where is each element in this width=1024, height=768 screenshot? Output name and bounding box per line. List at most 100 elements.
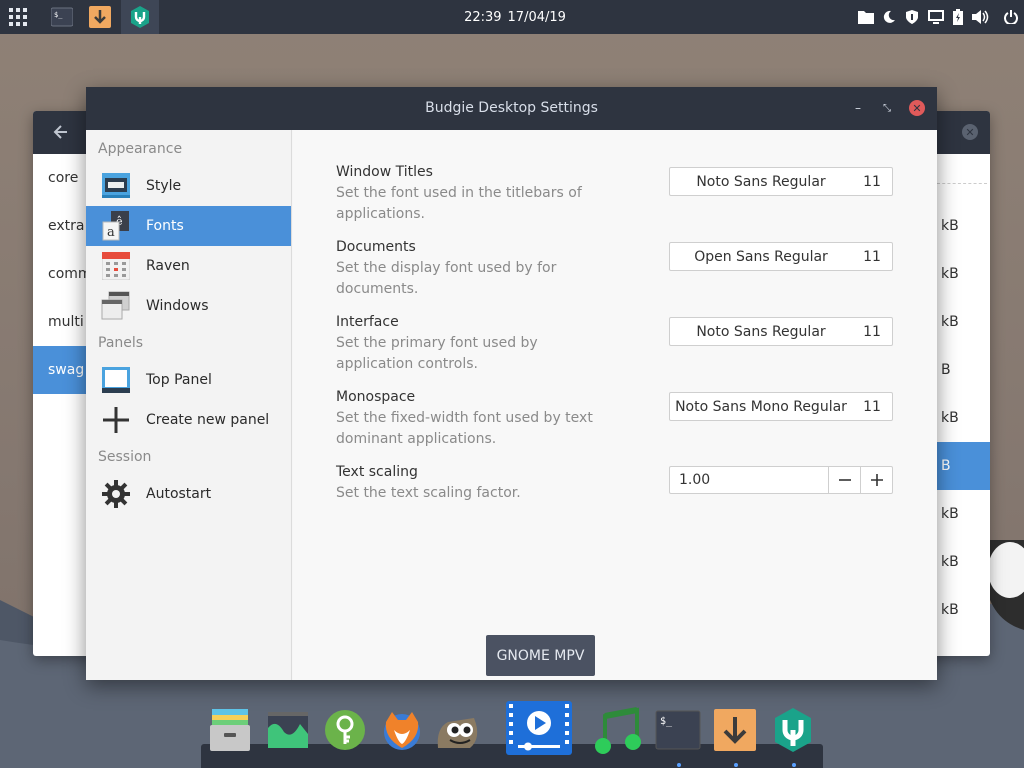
font-size: 11: [863, 248, 881, 265]
windows-icon: [101, 291, 131, 321]
font-row-documents: Documents Set the display font used by f…: [336, 237, 896, 300]
sidebar-item-create-panel[interactable]: Create new panel: [86, 400, 291, 440]
running-indicator: [792, 763, 796, 767]
documents-font-button[interactable]: Open Sans Regular 11: [669, 242, 893, 271]
clock-date: 17/04/19: [507, 9, 566, 25]
window-title: Budgie Desktop Settings: [425, 100, 598, 116]
size-header-spacer: [937, 154, 990, 202]
panel-icon: [101, 365, 131, 395]
font-size: 11: [863, 398, 881, 415]
battery-icon[interactable]: [952, 9, 964, 25]
back-window-close-icon[interactable]: ✕: [962, 124, 978, 140]
repo-item[interactable]: extra: [33, 202, 93, 250]
font-name: Noto Sans Regular: [696, 323, 826, 340]
close-button[interactable]: ✕: [909, 100, 925, 116]
repo-item[interactable]: multi: [33, 298, 93, 346]
font-name: Noto Sans Regular: [696, 173, 826, 190]
increase-button[interactable]: [860, 467, 892, 493]
font-name: Open Sans Regular: [694, 248, 828, 265]
sidebar-item-label: Create new panel: [146, 412, 270, 428]
decrease-button[interactable]: [828, 467, 860, 493]
display-icon[interactable]: [928, 10, 944, 24]
font-row-monospace: Monospace Set the fixed-width font used …: [336, 387, 896, 450]
power-icon[interactable]: [1004, 10, 1018, 24]
row-description-line: Set the font used in the titlebars of: [336, 185, 582, 201]
download-icon[interactable]: [82, 0, 118, 34]
monospace-font-button[interactable]: Noto Sans Mono Regular 11: [669, 392, 893, 421]
dock-tooltip: GNOME MPV: [486, 635, 595, 676]
row-description-line: application controls.: [336, 356, 478, 372]
row-description: Set the primary font used by application …: [336, 333, 596, 375]
font-row-window-titles: Window Titles Set the font used in the t…: [336, 162, 896, 225]
sidebar-section-session: Session: [98, 449, 152, 465]
sidebar-item-label: Style: [146, 178, 182, 194]
sidebar-item-label: Raven: [146, 258, 190, 274]
row-description-line: Set the primary font used by: [336, 335, 538, 351]
row-description-line: Set the fixed-width font used by text: [336, 410, 593, 426]
size-cell: kB: [941, 266, 959, 282]
sidebar-item-autostart[interactable]: Autostart: [86, 474, 291, 514]
row-description-line: Set the display font used by for: [336, 260, 557, 276]
repo-list: core extra comm multi swag: [33, 154, 93, 394]
file-manager-icon[interactable]: [202, 698, 258, 762]
firefox-icon[interactable]: [374, 698, 430, 762]
size-column: kB kB kB B kB B kB kB kB: [937, 154, 990, 634]
row-description: Set the display font used by for document…: [336, 258, 596, 300]
running-indicator: [734, 763, 738, 767]
size-cell: B: [937, 442, 990, 490]
terminal-icon[interactable]: $_: [44, 0, 80, 34]
vpn-shield-icon[interactable]: [904, 9, 920, 25]
interface-font-button[interactable]: Noto Sans Regular 11: [669, 317, 893, 346]
plus-icon: [870, 474, 883, 486]
app-grid-icon[interactable]: [0, 0, 36, 34]
back-arrow-icon[interactable]: [51, 122, 71, 142]
raven-calendar-icon: [101, 251, 131, 281]
clock-time: 22:39: [464, 9, 502, 25]
sidebar-item-style[interactable]: Style: [86, 166, 291, 206]
text-scaling-value[interactable]: 1.00: [670, 467, 828, 493]
size-cell: kB: [941, 554, 959, 570]
sidebar-item-label: Fonts: [146, 218, 184, 234]
font-name: Noto Sans Mono Regular: [675, 398, 847, 415]
mpv-player-icon[interactable]: [506, 696, 572, 760]
sidebar: Appearance Style êa Fonts Raven Windows: [86, 130, 292, 680]
download-icon[interactable]: [707, 698, 763, 762]
sidebar-item-windows[interactable]: Windows: [86, 286, 291, 326]
gimp-icon[interactable]: [431, 698, 487, 762]
row-description: Set the fixed-width font used by text dom…: [336, 408, 596, 450]
system-monitor-icon[interactable]: [260, 698, 316, 762]
size-cell: B: [941, 362, 951, 378]
row-description: Set the text scaling factor.: [336, 485, 521, 501]
size-cell: kB: [941, 410, 959, 426]
budgie-settings-icon[interactable]: [121, 0, 159, 34]
budgie-settings-icon[interactable]: [765, 698, 821, 762]
music-icon[interactable]: [589, 698, 645, 762]
sidebar-item-fonts[interactable]: êa Fonts: [86, 206, 291, 246]
style-icon: [101, 171, 131, 201]
restore-button[interactable]: ⤡: [879, 100, 895, 116]
minimize-button[interactable]: –: [850, 100, 866, 116]
font-size: 11: [863, 173, 881, 190]
keyring-icon[interactable]: [317, 698, 373, 762]
terminal-icon[interactable]: $_: [650, 698, 706, 762]
volume-icon[interactable]: [972, 10, 990, 24]
font-row-interface: Interface Set the primary font used by ap…: [336, 312, 896, 375]
text-scaling-spinbutton: 1.00: [669, 466, 893, 494]
window-titles-font-button[interactable]: Noto Sans Regular 11: [669, 167, 893, 196]
sidebar-item-top-panel[interactable]: Top Panel: [86, 360, 291, 400]
sidebar-section-panels: Panels: [98, 335, 144, 351]
system-tray: [858, 0, 1018, 34]
font-size: 11: [863, 323, 881, 340]
night-light-icon[interactable]: [882, 10, 896, 24]
size-cell: kB: [941, 506, 959, 522]
repo-item[interactable]: swag: [33, 346, 93, 394]
row-description-line: applications.: [336, 206, 425, 222]
repo-item[interactable]: core: [33, 154, 93, 202]
svg-text:$_: $_: [54, 11, 63, 19]
row-description: Set the font used in the titlebars of app…: [336, 183, 596, 225]
clock[interactable]: 22:39 17/04/19: [430, 0, 600, 34]
repo-item[interactable]: comm: [33, 250, 93, 298]
sidebar-item-raven[interactable]: Raven: [86, 246, 291, 286]
titlebar[interactable]: Budgie Desktop Settings – ⤡ ✕: [86, 87, 937, 130]
folder-icon[interactable]: [858, 10, 874, 24]
